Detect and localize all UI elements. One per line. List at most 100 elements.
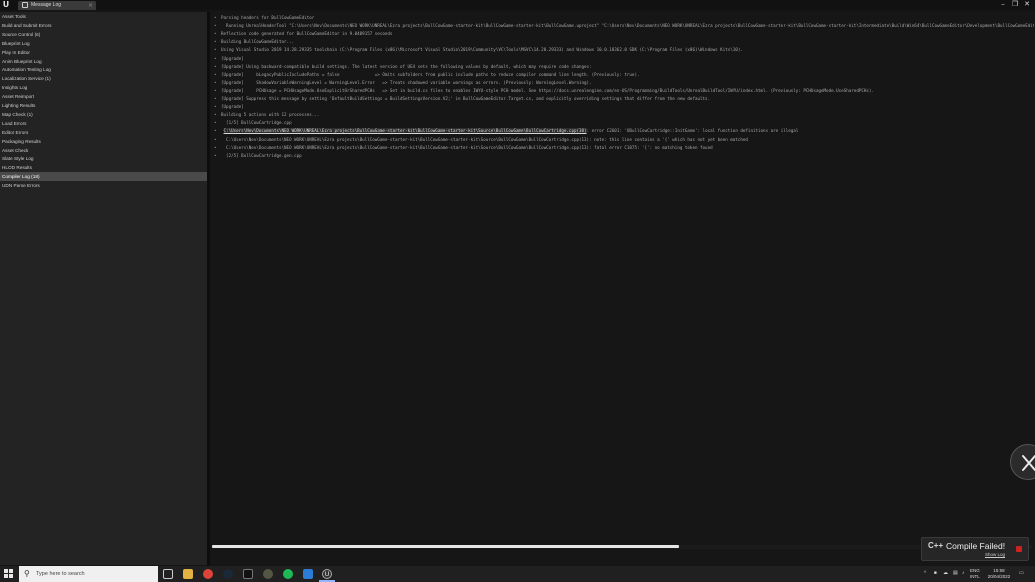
show-log-link[interactable]: Show Log (985, 552, 1005, 557)
log-text: [Upgrade] (221, 55, 244, 61)
log-line: • C:\Users\Nev\Documents\NEO WORK\UNREAL… (214, 127, 1034, 135)
log-line: • [Upgrade] Using backward-compatible bui… (214, 63, 1034, 71)
log-text: [Upgrade] ShadowVariableWarningLevel = W… (221, 79, 592, 85)
sidebar-item[interactable]: Load Errors (0, 119, 207, 128)
log-text: [1/5] BullCowCartridge.cpp (221, 120, 292, 126)
log-bullet-icon: • (214, 31, 217, 37)
log-text: : error C2601: 'UBullCowCartridge::InitG… (586, 128, 799, 134)
log-bullet-icon: • (214, 120, 217, 126)
log-line: • Running UnrealHeaderTool "C:\Users\Nev… (214, 22, 1034, 30)
steam-icon[interactable] (223, 569, 233, 579)
sidebar-item[interactable]: Blueprint Log (0, 39, 207, 48)
horizontal-scrollbar-thumb[interactable] (212, 545, 680, 548)
sidebar-item[interactable]: Anim Blueprint Log (0, 57, 207, 66)
sidebar-item[interactable]: Compiler Log (18) (0, 172, 207, 182)
log-bullet-icon: • (214, 87, 217, 93)
sidebar-item[interactable]: Lighting Results (0, 101, 207, 110)
log-text: C:\Users\Nev\Documents\NEO WORK\UNREAL\E… (221, 144, 713, 150)
log-line: • Using Visual Studio 2019 14.28.29335 to… (214, 46, 1034, 54)
lang-line-2: INTL (970, 574, 980, 579)
spotify-icon[interactable] (283, 569, 293, 579)
log-output-pane[interactable]: • Parsing headers for BullCowGameEditor • … (210, 12, 1035, 565)
log-text: [Upgrade] (221, 104, 244, 110)
restore-icon[interactable]: ❐ (1010, 0, 1020, 10)
sidebar-item[interactable]: Editor Errors (0, 128, 207, 137)
title-bar: U Message Log × – ❐ ✕ (0, 0, 1035, 10)
minimize-icon[interactable]: – (998, 0, 1008, 10)
log-bullet-icon: • (214, 128, 217, 134)
notification-title: Compile Failed! (946, 541, 1006, 551)
volume-icon[interactable]: ♪ (962, 566, 964, 582)
log-bullet-icon: • (214, 96, 217, 101)
log-text: [Upgrade] PCHUsage = PCHUsageMode.UseExp… (221, 87, 874, 93)
sidebar-item[interactable]: Asset Check (0, 146, 207, 155)
unreal-logo-icon[interactable]: U (1, 0, 11, 10)
log-bullet-icon: • (214, 136, 217, 142)
fail-status-icon (1016, 546, 1022, 552)
log-line: • [Upgrade] PCHUsage = PCHUsageMode.UseEx… (214, 87, 1034, 95)
network-icon[interactable]: ▤ (953, 566, 958, 582)
log-line: • [Upgrade] (214, 103, 1034, 111)
onedrive-icon[interactable]: ☁ (943, 566, 948, 582)
sidebar-item[interactable]: Build and Submit Errors (0, 21, 207, 30)
sidebar-item[interactable]: Packaging Results (0, 137, 207, 146)
log-line: • [Upgrade] Suppress this message by sett… (214, 95, 1034, 103)
log-line: • [1/5] BullCowCartridge.cpp (214, 119, 1034, 127)
log-line: • [Upgrade] ShadowVariableWarningLevel = … (214, 79, 1034, 87)
vscode-icon[interactable] (303, 569, 313, 579)
log-text: Building BullCowGameEditor... (221, 39, 295, 45)
obs-icon[interactable] (263, 569, 273, 579)
sidebar-item[interactable]: Asset Reimport (0, 92, 207, 101)
log-line: • [Upgrade] bLegacyPublicIncludePaths = f… (214, 71, 1034, 79)
terminal-icon[interactable] (243, 569, 253, 579)
chrome-icon[interactable] (203, 569, 213, 579)
log-line: • C:\Users\Nev\Documents\NEO WORK\UNREAL… (214, 136, 1034, 144)
taskbar-search-box[interactable]: ⚲ Type here to search (19, 566, 158, 582)
log-line: • Building 5 actions with 12 processes... (214, 111, 1034, 119)
sidebar-item[interactable]: Play In Editor (0, 48, 207, 57)
log-text: Running UnrealHeaderTool "C:\Users\Nev\D… (221, 23, 1034, 29)
notification-center-icon[interactable]: ▭ (1019, 566, 1024, 582)
tray-chevron-icon[interactable]: ^ (924, 566, 926, 582)
task-view-icon[interactable] (163, 569, 173, 579)
compile-failed-notification: C++ Compile Failed! Show Log (921, 537, 1029, 561)
log-bullet-icon: • (214, 144, 217, 150)
sidebar-item[interactable]: Map Check (1) (0, 110, 207, 119)
log-text: [Upgrade] bLegacyPublicIncludePaths = fa… (221, 71, 640, 77)
log-file-link[interactable]: C:\Users\Nev\Documents\NEO WORK\UNREAL\E… (223, 128, 587, 134)
log-line: • C:\Users\Nev\Documents\NEO WORK\UNREAL… (214, 144, 1034, 152)
message-log-icon (22, 2, 28, 8)
sidebar-item[interactable]: Automation Testing Log (0, 65, 207, 74)
log-bullet-icon: • (214, 39, 217, 45)
sidebar-item[interactable]: Slate Style Log (0, 154, 207, 163)
log-line: • [2/5] BullCowCartridge.gen.cpp (214, 152, 1034, 160)
sidebar-item[interactable]: Source Control (6) (0, 30, 207, 39)
language-indicator[interactable]: ENG INTL (970, 568, 980, 580)
tray-app-icon[interactable]: ■ (934, 566, 937, 582)
log-bullet-icon: • (214, 55, 217, 61)
log-bullet-icon: • (214, 63, 217, 69)
horizontal-scrollbar[interactable] (212, 545, 1032, 549)
unreal-icon[interactable]: U (322, 569, 332, 579)
sidebar-item[interactable]: Asset Tools (0, 12, 207, 21)
log-line: • [Upgrade] (214, 55, 1034, 63)
log-text: Using Visual Studio 2019 14.28.29335 too… (221, 47, 743, 53)
log-bullet-icon: • (214, 15, 217, 20)
close-icon[interactable]: ✕ (1022, 0, 1032, 10)
log-bullet-icon: • (214, 47, 217, 53)
sidebar-item[interactable]: Localization Service (1) (0, 74, 207, 83)
tab-message-log[interactable]: Message Log × (18, 1, 96, 10)
log-bullet-icon: • (214, 71, 217, 77)
sidebar-item[interactable]: HLOD Results (0, 163, 207, 172)
system-clock[interactable]: 15:58 20/04/2022 (985, 568, 1013, 580)
log-text: [Upgrade] Using backward-compatible buil… (221, 63, 592, 69)
windows-start-icon[interactable] (4, 569, 13, 578)
log-line: • Parsing headers for BullCowGameEditor (214, 14, 1034, 22)
taskbar: ⚲ Type here to search U ^ ■ ☁ ▤ ♪ ENG IN… (0, 566, 1035, 582)
log-bullet-icon: • (214, 152, 217, 158)
sidebar-item[interactable]: UDN Parse Errors (0, 181, 207, 190)
tab-close-icon[interactable]: × (88, 1, 93, 10)
log-text: Reflection code generated for BullCowGam… (221, 31, 393, 37)
file-explorer-icon[interactable] (183, 569, 193, 579)
sidebar-item[interactable]: Insights Log (0, 83, 207, 92)
